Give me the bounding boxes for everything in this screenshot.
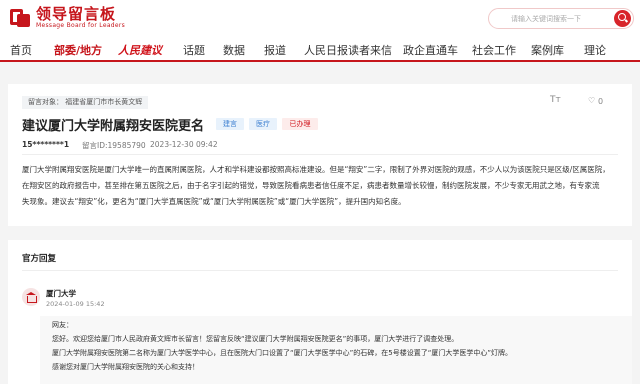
- site-logo[interactable]: 领导留言板 Message Board for Leaders: [10, 6, 125, 30]
- nav-item-home[interactable]: 首页: [10, 42, 32, 58]
- divider: [22, 154, 618, 155]
- nav-item-gov-enterprise[interactable]: 政企直通车: [403, 42, 458, 58]
- nav-item-theory[interactable]: 理论: [584, 42, 606, 58]
- message-title: 建议厦门大学附属翔安医院更名: [22, 119, 205, 134]
- nav-item-social-work[interactable]: 社会工作: [472, 42, 516, 58]
- divider: [22, 270, 618, 271]
- logo-icon: [10, 7, 32, 29]
- message-body-line: 厦门大学附属翔安医院是厦门大学唯一的直属附属医院，人才和学科建设都按照高标准建设…: [22, 165, 610, 174]
- nav-item-ministries[interactable]: 部委/地方: [54, 42, 102, 58]
- tag-suggestion: 建言: [216, 118, 244, 130]
- nav-item-people-suggestion[interactable]: 人民建议: [118, 42, 162, 58]
- reply-time: 2024-01-09 15:42: [46, 300, 105, 308]
- like-icon[interactable]: ♡: [588, 96, 595, 105]
- top-header: 领导留言板 Message Board for Leaders 请输入关键词搜索…: [0, 0, 640, 36]
- logo-subtitle: Message Board for Leaders: [36, 22, 126, 29]
- nav-item-topics[interactable]: 话题: [183, 42, 205, 58]
- reply-org-name: 厦门大学: [46, 289, 76, 298]
- like-count: 0: [598, 97, 604, 106]
- nav-item-data[interactable]: 数据: [223, 42, 245, 58]
- message-body-line: 在翔安区的政府报告中，甚至排在第五医院之后，由于名字引起的错觉，导致医院看病患者…: [22, 181, 600, 190]
- government-building-icon: [22, 288, 40, 306]
- search-input[interactable]: 请输入关键词搜索一下: [511, 14, 614, 24]
- reply-body: 网友： 您好。欢迎您给厦门市人民政府黄文辉市长留言！您留言反映“建议厦门大学附属…: [52, 318, 628, 374]
- status-badge: 已办理: [282, 118, 318, 130]
- nav-item-case-library[interactable]: 案例库: [531, 42, 564, 58]
- search-box[interactable]: 请输入关键词搜索一下: [488, 8, 634, 29]
- official-reply-heading: 官方回复: [22, 254, 57, 264]
- reply-line: 网友：: [52, 321, 73, 329]
- search-icon[interactable]: [614, 10, 631, 27]
- reply-line: 感谢您对厦门大学附属翔安医院的关心和支持！: [52, 363, 199, 371]
- nav-item-reports[interactable]: 报道: [264, 42, 286, 58]
- reply-line: 您好。欢迎您给厦门市人民政府黄文辉市长留言！您留言反映“建议厦门大学附属翔安医院…: [52, 335, 459, 343]
- nav-item-reader-letters[interactable]: 人民日报读者来信: [304, 42, 392, 58]
- message-body-line: 失现象。建议去“翔安”化，更名为“厦门大学直属医院”或“厦门大学附属医院”或“厦…: [22, 197, 406, 206]
- main-nav: 首页 部委/地方 人民建议 话题 数据 报道 人民日报读者来信 政企直通车 社会…: [0, 36, 640, 62]
- reply-line: 厦门大学附属翔安医院第二名称为厦门大学医学中心，且在医院大门口设置了“厦门大学医…: [52, 349, 512, 357]
- message-id: 留言ID:19585790: [82, 141, 146, 150]
- tag-medical: 医疗: [249, 118, 277, 130]
- message-time: 2023-12-30 09:42: [150, 140, 218, 149]
- logo-title: 领导留言板: [36, 5, 117, 23]
- message-recipient: 留言对象： 福建省厦门市市长黄文辉: [22, 96, 149, 109]
- message-body: 厦门大学附属翔安医院是厦门大学唯一的直属附属医院，人才和学科建设都按照高标准建设…: [22, 162, 618, 210]
- message-author: 15********1: [22, 140, 70, 149]
- font-size-icon[interactable]: Tт: [550, 95, 561, 105]
